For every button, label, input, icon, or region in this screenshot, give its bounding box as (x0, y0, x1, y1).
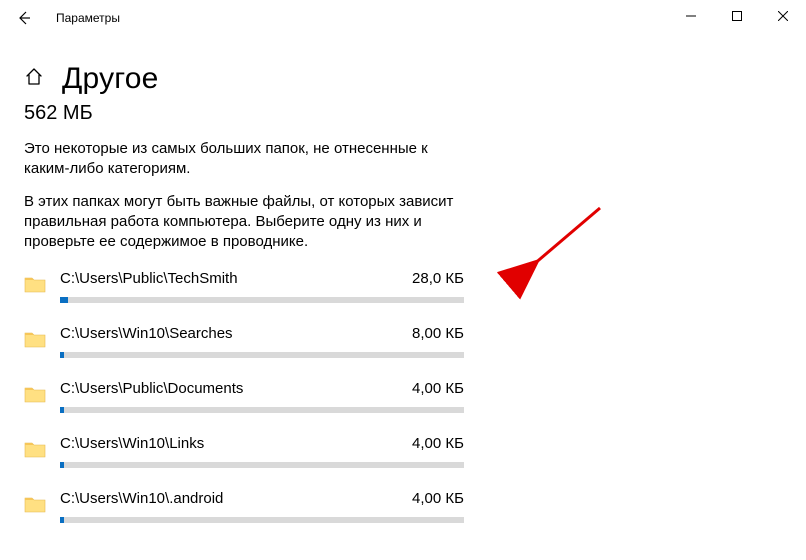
maximize-button[interactable] (714, 0, 760, 32)
folder-list: C:\Users\Public\TechSmith 28,0 КБ C:\Use… (24, 270, 464, 523)
close-icon (778, 11, 788, 21)
arrow-left-icon (16, 10, 32, 26)
maximize-icon (732, 11, 742, 21)
window-title: Параметры (56, 11, 120, 25)
usage-bar-track (60, 407, 464, 413)
description-2: В этих папках могут быть важные файлы, о… (24, 192, 464, 253)
folder-body: C:\Users\Win10\Searches 8,00 КБ (60, 325, 464, 358)
folder-icon (24, 380, 46, 404)
usage-bar-track (60, 517, 464, 523)
content-area: Другое 562 МБ Это некоторые из самых бол… (0, 36, 806, 523)
usage-bar-fill (60, 462, 64, 468)
page-title: Другое (62, 62, 159, 96)
folder-path: C:\Users\Win10\.android (60, 490, 223, 507)
description-1: Это некоторые из самых больших папок, не… (24, 139, 464, 180)
folder-item[interactable]: C:\Users\Win10\.android 4,00 КБ (24, 490, 464, 523)
minimize-icon (686, 11, 696, 21)
total-size: 562 МБ (24, 102, 782, 125)
usage-bar-track (60, 462, 464, 468)
usage-bar-track (60, 297, 464, 303)
minimize-button[interactable] (668, 0, 714, 32)
folder-size: 4,00 КБ (412, 380, 464, 397)
folder-path: C:\Users\Win10\Searches (60, 325, 233, 342)
heading-row: Другое (24, 62, 782, 96)
folder-item[interactable]: C:\Users\Win10\Searches 8,00 КБ (24, 325, 464, 358)
usage-bar-fill (60, 297, 68, 303)
folder-size: 4,00 КБ (412, 490, 464, 507)
folder-body: C:\Users\Win10\.android 4,00 КБ (60, 490, 464, 523)
folder-icon (24, 325, 46, 349)
folder-size: 8,00 КБ (412, 325, 464, 342)
folder-icon (24, 490, 46, 514)
folder-item[interactable]: C:\Users\Public\Documents 4,00 КБ (24, 380, 464, 413)
folder-body: C:\Users\Public\Documents 4,00 КБ (60, 380, 464, 413)
folder-path: C:\Users\Win10\Links (60, 435, 204, 452)
folder-size: 28,0 КБ (412, 270, 464, 287)
folder-body: C:\Users\Public\TechSmith 28,0 КБ (60, 270, 464, 303)
folder-path: C:\Users\Public\TechSmith (60, 270, 238, 287)
folder-body: C:\Users\Win10\Links 4,00 КБ (60, 435, 464, 468)
folder-item[interactable]: C:\Users\Public\TechSmith 28,0 КБ (24, 270, 464, 303)
window-controls (668, 0, 806, 32)
folder-icon (24, 435, 46, 459)
usage-bar-fill (60, 407, 64, 413)
usage-bar-fill (60, 517, 64, 523)
home-icon[interactable] (24, 67, 44, 92)
folder-icon (24, 270, 46, 294)
usage-bar-track (60, 352, 464, 358)
back-button[interactable] (0, 0, 48, 36)
folder-path: C:\Users\Public\Documents (60, 380, 243, 397)
folder-size: 4,00 КБ (412, 435, 464, 452)
close-button[interactable] (760, 0, 806, 32)
usage-bar-fill (60, 352, 64, 358)
folder-item[interactable]: C:\Users\Win10\Links 4,00 КБ (24, 435, 464, 468)
titlebar: Параметры (0, 0, 806, 36)
